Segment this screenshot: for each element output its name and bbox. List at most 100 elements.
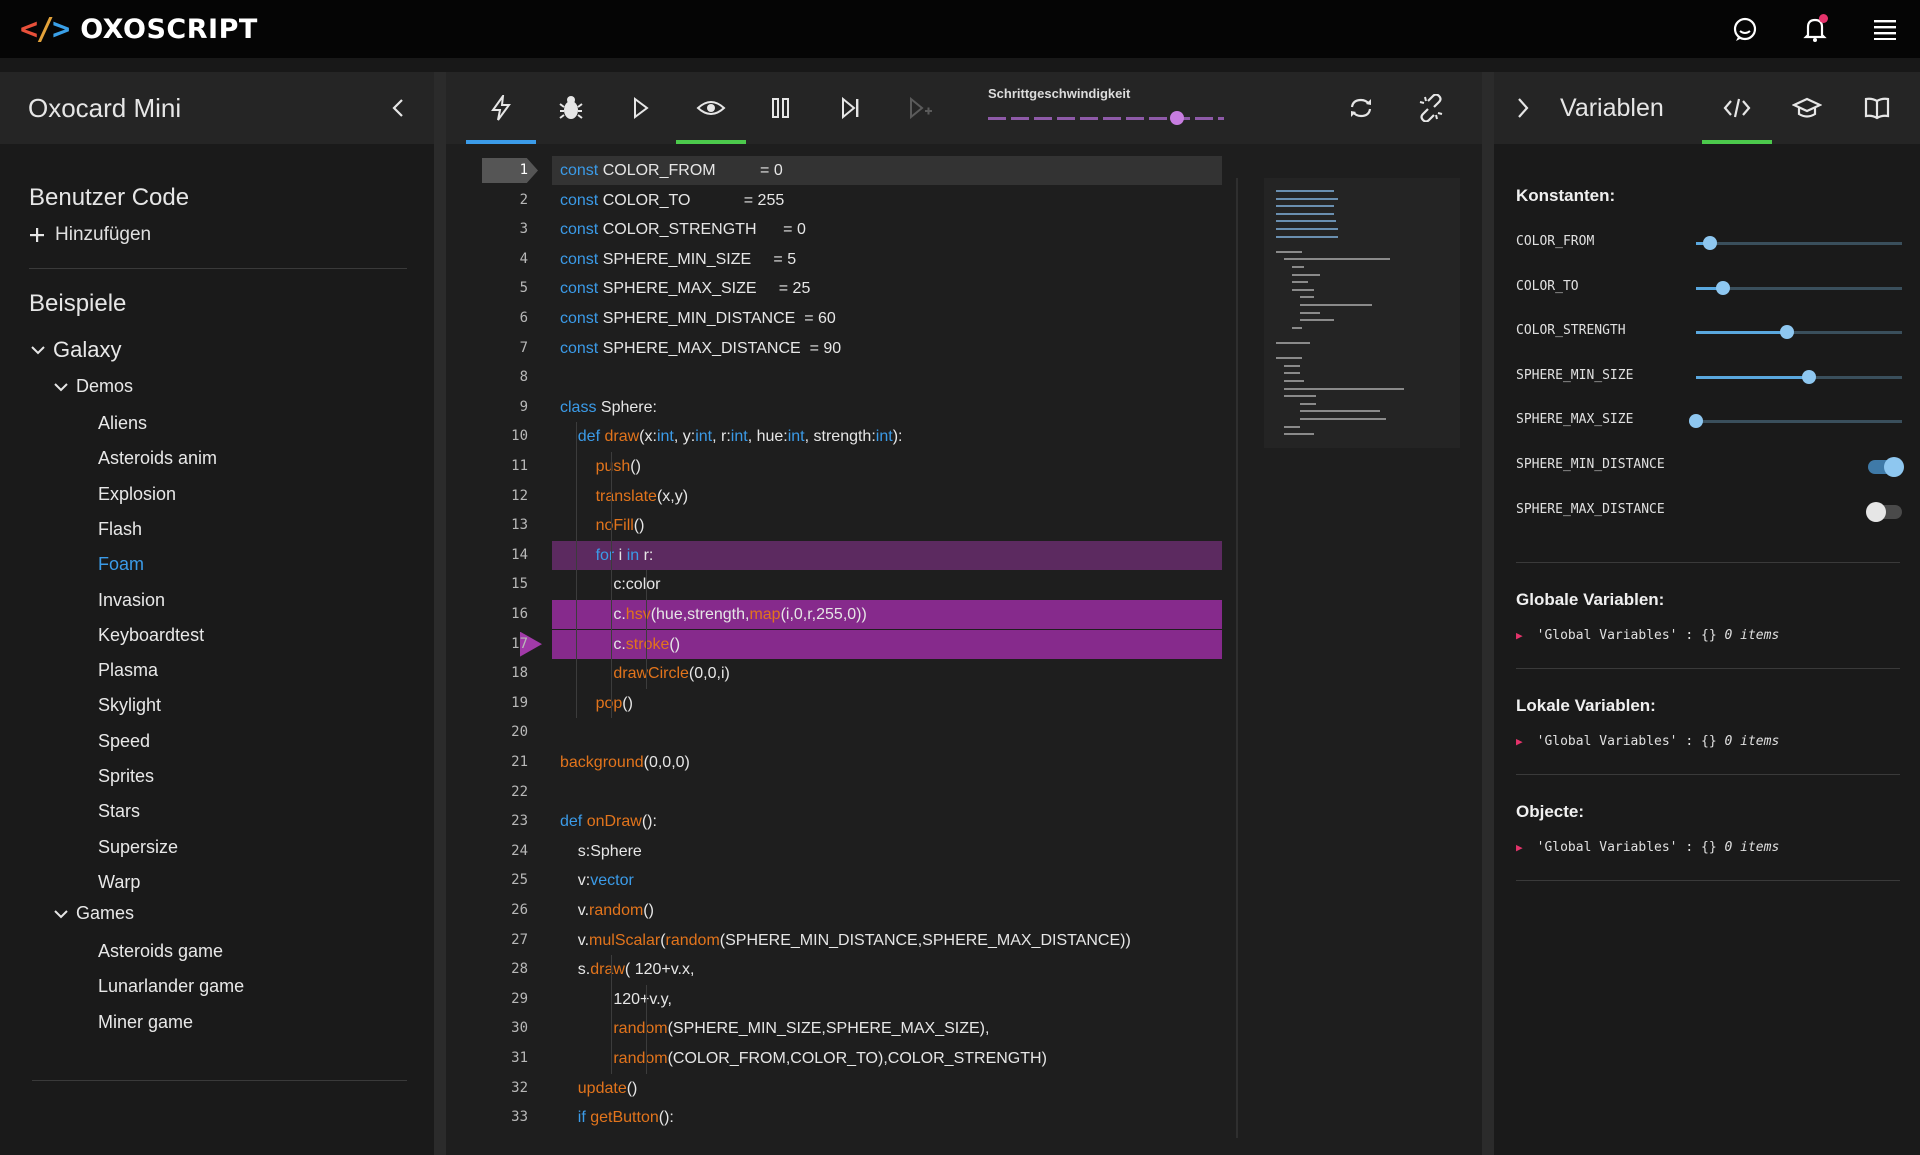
constant-slider[interactable] <box>1689 414 1902 429</box>
line-number[interactable]: 20 <box>482 724 528 740</box>
line-number[interactable]: 29 <box>482 991 528 1007</box>
code-line[interactable]: const COLOR_FROM = 0 <box>560 162 783 180</box>
line-number[interactable]: 28 <box>482 961 528 977</box>
file-item[interactable]: Warp <box>98 872 140 893</box>
step-play-button[interactable] <box>606 72 676 144</box>
line-number[interactable]: 13 <box>482 517 528 533</box>
code-line[interactable]: random(SPHERE_MIN_SIZE,SPHERE_MAX_SIZE), <box>560 1020 989 1038</box>
slider-knob[interactable] <box>1703 236 1718 250</box>
line-number[interactable]: 31 <box>482 1050 528 1066</box>
code-line[interactable]: const COLOR_TO = 255 <box>560 192 784 210</box>
code-line[interactable]: push() <box>560 458 641 476</box>
sync-button[interactable] <box>1326 72 1396 144</box>
collapse-left-button[interactable] <box>384 94 412 122</box>
line-number[interactable]: 23 <box>482 813 528 829</box>
pause-button[interactable] <box>746 72 816 144</box>
file-item[interactable]: Aliens <box>98 413 147 434</box>
objects-tree-row[interactable]: ▶ 'Global Variables' : {} 0 items <box>1516 840 1779 855</box>
code-line[interactable]: pop() <box>560 695 633 713</box>
code-line[interactable]: const SPHERE_MAX_SIZE = 25 <box>560 280 810 298</box>
app-logo[interactable]: </> OXOSCRIPT <box>20 12 258 47</box>
file-item[interactable]: Plasma <box>98 660 158 681</box>
code-line[interactable]: v:vector <box>560 872 634 890</box>
main-menu-button[interactable] <box>1850 0 1920 58</box>
debug-button[interactable] <box>536 72 606 144</box>
line-number[interactable]: 5 <box>482 280 528 296</box>
constant-toggle[interactable] <box>1866 501 1902 522</box>
code-line[interactable]: const SPHERE_MIN_DISTANCE = 60 <box>560 310 836 328</box>
code-line[interactable]: s:Sphere <box>560 843 642 861</box>
line-number[interactable]: 21 <box>482 754 528 770</box>
slider-knob[interactable] <box>1715 280 1730 295</box>
expand-variables-button[interactable] <box>1516 96 1530 125</box>
code-line[interactable]: v.mulScalar(random(SPHERE_MIN_DISTANCE,S… <box>560 932 1131 950</box>
line-number[interactable]: 17 <box>482 636 528 652</box>
speed-slider-knob[interactable] <box>1169 111 1184 125</box>
slider-knob[interactable] <box>1689 414 1703 429</box>
file-item[interactable]: Asteroids game <box>98 941 223 962</box>
constant-slider[interactable] <box>1696 325 1902 340</box>
step-into-button[interactable] <box>886 72 956 144</box>
code-line[interactable]: for i in r: <box>560 547 654 565</box>
step-over-button[interactable] <box>816 72 886 144</box>
file-item[interactable]: Explosion <box>98 484 176 505</box>
run-button[interactable] <box>466 72 536 144</box>
right-splitter[interactable] <box>1482 72 1494 1155</box>
line-number[interactable]: 18 <box>482 665 528 681</box>
editor-scrollbar[interactable] <box>1236 178 1238 1138</box>
line-number[interactable]: 30 <box>482 1020 528 1036</box>
line-number[interactable]: 11 <box>482 458 528 474</box>
constant-toggle[interactable] <box>1868 457 1904 477</box>
tab-code[interactable] <box>1702 72 1772 144</box>
code-line[interactable]: const SPHERE_MAX_DISTANCE = 90 <box>560 340 841 358</box>
line-number[interactable]: 10 <box>482 428 528 444</box>
code-line[interactable]: background(0,0,0) <box>560 754 690 772</box>
disconnect-button[interactable] <box>1396 72 1466 144</box>
line-number[interactable]: 6 <box>482 310 528 326</box>
line-number[interactable]: 22 <box>482 784 528 800</box>
line-number[interactable]: 4 <box>482 251 528 267</box>
line-number[interactable]: 26 <box>482 902 528 918</box>
line-number[interactable]: 14 <box>482 547 528 563</box>
feedback-button[interactable] <box>1710 0 1780 58</box>
file-item[interactable]: Foam <box>98 554 144 575</box>
constant-slider[interactable] <box>1696 280 1902 295</box>
line-number[interactable]: 7 <box>482 340 528 356</box>
code-line[interactable]: const SPHERE_MIN_SIZE = 5 <box>560 251 796 269</box>
code-line[interactable]: c.hsv(hue,strength,map(i,0,r,255,0)) <box>560 606 866 624</box>
watch-button[interactable] <box>676 72 746 144</box>
line-number[interactable]: 9 <box>482 399 528 415</box>
code-minimap[interactable] <box>1264 178 1460 448</box>
file-item[interactable]: Keyboardtest <box>98 625 204 646</box>
line-number[interactable]: 8 <box>482 369 528 385</box>
file-item[interactable]: Supersize <box>98 837 178 858</box>
code-line[interactable]: def onDraw(): <box>560 813 657 831</box>
locals-tree-row[interactable]: ▶ 'Global Variables' : {} 0 items <box>1516 734 1779 749</box>
code-line[interactable]: def draw(x:int, y:int, r:int, hue:int, s… <box>560 428 903 446</box>
line-number[interactable]: 32 <box>482 1080 528 1096</box>
file-item[interactable]: Invasion <box>98 590 165 611</box>
code-line[interactable]: noFill() <box>560 517 645 535</box>
code-line[interactable]: const COLOR_STRENGTH = 0 <box>560 221 806 239</box>
line-number[interactable]: 1 <box>482 162 528 178</box>
folder-games[interactable]: Games <box>52 903 134 924</box>
code-editor[interactable]: 1 const COLOR_FROM = 0 2 const COLOR_TO = 2… <box>446 144 1482 1155</box>
line-number[interactable]: 19 <box>482 695 528 711</box>
tab-docs[interactable] <box>1842 72 1912 144</box>
file-item[interactable]: Skylight <box>98 695 161 716</box>
line-number[interactable]: 3 <box>482 221 528 237</box>
code-line[interactable]: s.draw( 120+v.x, <box>560 961 695 979</box>
code-line[interactable]: translate(x,y) <box>560 488 688 506</box>
slider-knob[interactable] <box>1802 369 1817 384</box>
file-item[interactable]: Lunarlander game <box>98 976 244 997</box>
code-line[interactable]: update() <box>560 1080 638 1098</box>
speed-slider[interactable] <box>988 111 1224 125</box>
constant-slider[interactable] <box>1696 369 1902 384</box>
file-item[interactable]: Stars <box>98 801 140 822</box>
code-line[interactable]: if getButton(): <box>560 1109 674 1127</box>
file-item[interactable]: Miner game <box>98 1012 193 1033</box>
line-number[interactable]: 25 <box>482 872 528 888</box>
code-line[interactable]: class Sphere: <box>560 399 657 417</box>
file-item[interactable]: Asteroids anim <box>98 448 217 469</box>
line-number[interactable]: 27 <box>482 932 528 948</box>
